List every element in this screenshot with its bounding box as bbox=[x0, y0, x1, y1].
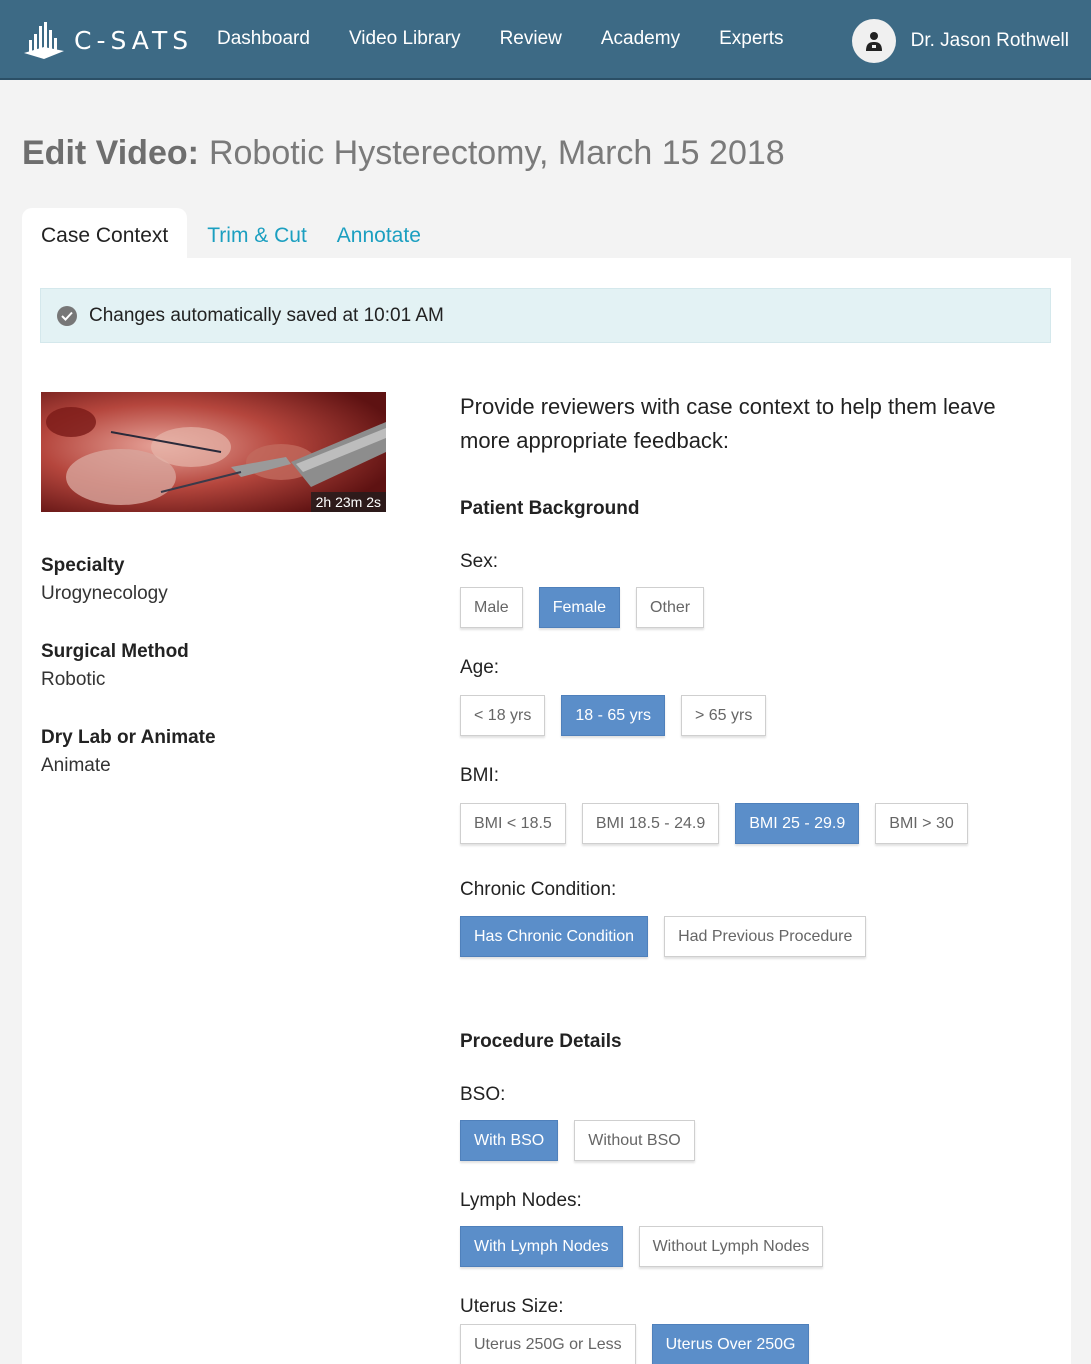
meta-label: Surgical Method bbox=[41, 641, 189, 662]
doctor-icon bbox=[865, 32, 882, 51]
meta-surgical-method: Surgical Method Robotic bbox=[41, 641, 189, 691]
option-uterus-over-250g[interactable]: Uterus Over 250G bbox=[651, 1324, 810, 1364]
option-had-previous-procedure[interactable]: Had Previous Procedure bbox=[664, 916, 867, 957]
nav-review[interactable]: Review bbox=[500, 28, 562, 50]
nav-experts[interactable]: Experts bbox=[719, 28, 783, 50]
check-circle-icon bbox=[57, 305, 77, 326]
tab-annotate[interactable]: Annotate bbox=[337, 208, 451, 260]
meta-value: Robotic bbox=[41, 669, 106, 690]
uterus-size-options: Uterus 250G or Less Uterus Over 250G bbox=[460, 1324, 810, 1364]
option-with-bso[interactable]: With BSO bbox=[460, 1120, 559, 1161]
bso-options: With BSO Without BSO bbox=[460, 1120, 695, 1161]
uterus-size-label: Uterus Size: bbox=[460, 1296, 564, 1317]
tab-trim-cut[interactable]: Trim & Cut bbox=[187, 208, 337, 260]
option-bmi-25-29-9[interactable]: BMI 25 - 29.9 bbox=[735, 803, 860, 844]
section-procedure-details: Procedure Details bbox=[460, 1031, 622, 1052]
avatar[interactable] bbox=[851, 19, 896, 63]
option-uterus-250g-or-less[interactable]: Uterus 250G or Less bbox=[460, 1324, 636, 1364]
logo-icon bbox=[22, 20, 66, 60]
nav-video-library[interactable]: Video Library bbox=[349, 28, 461, 50]
option-age-over-65[interactable]: > 65 yrs bbox=[680, 695, 767, 736]
lymph-nodes-options: With Lymph Nodes Without Lymph Nodes bbox=[460, 1226, 824, 1267]
option-bmi-18-5-24-9[interactable]: BMI 18.5 - 24.9 bbox=[581, 803, 720, 844]
save-status-banner: Changes automatically saved at 10:01 AM bbox=[40, 288, 1051, 343]
option-with-lymph-nodes[interactable]: With Lymph Nodes bbox=[460, 1226, 623, 1267]
sex-label: Sex: bbox=[460, 551, 499, 572]
option-without-bso[interactable]: Without BSO bbox=[574, 1120, 695, 1161]
tab-case-context[interactable]: Case Context bbox=[22, 208, 188, 260]
user-name: Dr. Jason Rothwell bbox=[910, 30, 1069, 51]
meta-value: Animate bbox=[41, 755, 111, 776]
chronic-condition-label: Chronic Condition: bbox=[460, 879, 617, 900]
option-age-18-65[interactable]: 18 - 65 yrs bbox=[561, 695, 665, 736]
option-age-under-18[interactable]: < 18 yrs bbox=[460, 695, 546, 736]
nav-dashboard[interactable]: Dashboard bbox=[217, 28, 310, 50]
option-female[interactable]: Female bbox=[538, 587, 621, 628]
meta-label: Specialty bbox=[41, 555, 125, 576]
bmi-options: BMI < 18.5 BMI 18.5 - 24.9 BMI 25 - 29.9… bbox=[460, 803, 968, 844]
age-options: < 18 yrs 18 - 65 yrs > 65 yrs bbox=[460, 695, 767, 736]
video-duration: 2h 23m 2s bbox=[310, 492, 386, 512]
nav-academy[interactable]: Academy bbox=[601, 28, 680, 50]
option-male[interactable]: Male bbox=[460, 587, 523, 628]
option-without-lymph-nodes[interactable]: Without Lymph Nodes bbox=[638, 1226, 824, 1267]
user-menu[interactable]: Dr. Jason Rothwell bbox=[851, 19, 1069, 63]
age-label: Age: bbox=[460, 657, 500, 678]
chronic-condition-options: Has Chronic Condition Had Previous Proce… bbox=[460, 916, 867, 957]
bso-label: BSO: bbox=[460, 1084, 506, 1105]
lymph-nodes-label: Lymph Nodes: bbox=[460, 1190, 582, 1211]
option-bmi-over-30[interactable]: BMI > 30 bbox=[875, 803, 968, 844]
sex-options: Male Female Other bbox=[460, 587, 705, 628]
option-has-chronic-condition[interactable]: Has Chronic Condition bbox=[460, 916, 649, 957]
video-thumbnail[interactable]: 2h 23m 2s bbox=[41, 392, 386, 512]
top-nav: C-SATS Dashboard Video Library Review Ac… bbox=[0, 0, 1091, 80]
bmi-label: BMI: bbox=[460, 765, 500, 786]
logo[interactable]: C-SATS bbox=[22, 18, 193, 62]
option-bmi-under-18-5[interactable]: BMI < 18.5 bbox=[460, 803, 566, 844]
save-status-text: Changes automatically saved at 10:01 AM bbox=[89, 304, 444, 326]
tab-bar: Case Context Trim & Cut Annotate bbox=[22, 208, 451, 260]
page-title-label: Edit Video: bbox=[22, 134, 199, 172]
meta-specialty: Specialty Urogynecology bbox=[41, 555, 168, 605]
meta-dry-lab: Dry Lab or Animate Animate bbox=[41, 727, 216, 777]
section-patient-background: Patient Background bbox=[460, 498, 640, 519]
meta-value: Urogynecology bbox=[41, 583, 168, 604]
page-title: Edit Video: Robotic Hysterectomy, March 1… bbox=[22, 134, 785, 173]
option-other[interactable]: Other bbox=[636, 587, 705, 628]
nav-links: Dashboard Video Library Review Academy E… bbox=[217, 28, 823, 50]
brand-name: C-SATS bbox=[74, 25, 194, 55]
intro-text: Provide reviewers with case context to h… bbox=[460, 394, 996, 453]
meta-label: Dry Lab or Animate bbox=[41, 727, 216, 748]
page-title-value: Robotic Hysterectomy, March 15 2018 bbox=[208, 134, 785, 172]
